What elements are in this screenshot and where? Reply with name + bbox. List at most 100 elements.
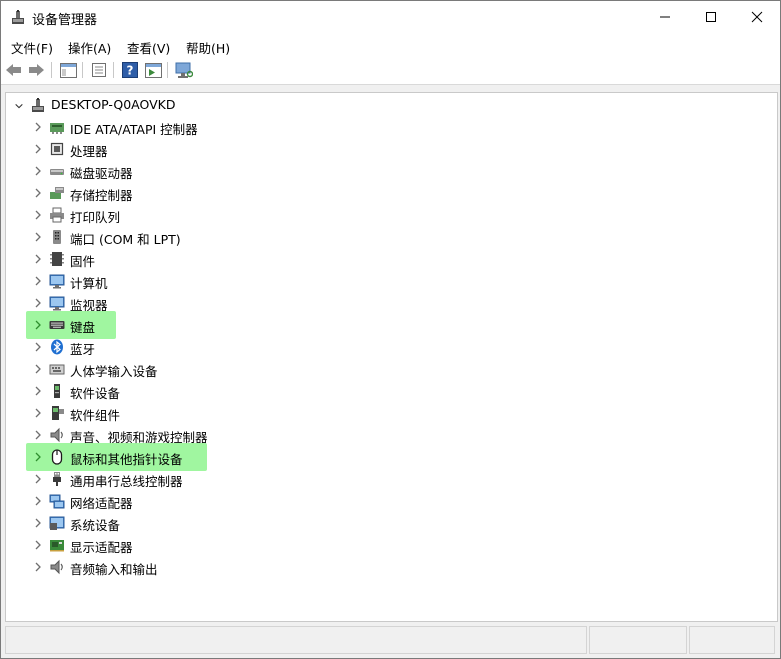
tree-category-item[interactable]: 端口 (COM 和 LPT) <box>6 226 777 248</box>
chevron-right-icon[interactable] <box>33 231 43 243</box>
processor-icon <box>49 141 65 157</box>
computer-name-label: DESKTOP-Q0AOVKD <box>51 97 176 112</box>
close-icon <box>751 11 763 23</box>
minimize-icon <box>660 16 670 18</box>
chevron-right-icon[interactable] <box>33 165 43 177</box>
tree-category-label: 固件 <box>70 254 96 269</box>
tree-category-label: 软件组件 <box>70 408 121 423</box>
menu-action[interactable]: 操作(A) <box>68 38 111 57</box>
menu-file[interactable]: 文件(F) <box>11 38 53 57</box>
chevron-right-icon[interactable] <box>33 473 43 485</box>
chevron-right-icon[interactable] <box>33 495 43 507</box>
tree-category-item[interactable]: 系统设备 <box>6 512 777 534</box>
minimize-button[interactable] <box>642 1 688 33</box>
speaker-icon <box>49 427 65 443</box>
chevron-right-icon[interactable] <box>33 407 43 419</box>
tree-category-item[interactable]: 网络适配器 <box>6 490 777 512</box>
status-cell-2 <box>589 626 687 654</box>
action-pane-button[interactable] <box>144 61 162 79</box>
maximize-icon <box>706 12 716 22</box>
system-device-icon <box>49 515 65 531</box>
menu-help[interactable]: 帮助(H) <box>186 38 230 57</box>
tree-category-item[interactable]: 软件组件 <box>6 402 777 424</box>
console-tree-icon <box>59 62 77 78</box>
tree-category-item[interactable]: 显示适配器 <box>6 534 777 556</box>
tree-category-label: 端口 (COM 和 LPT) <box>70 232 181 247</box>
tree-category-label: 人体学输入设备 <box>70 364 158 379</box>
monitor-icon <box>49 273 65 289</box>
chevron-down-icon[interactable] <box>14 100 24 112</box>
maximize-button[interactable] <box>688 1 734 33</box>
forward-button[interactable] <box>27 61 45 79</box>
software-component-icon <box>49 405 65 421</box>
properties-icon <box>92 63 106 77</box>
chevron-right-icon[interactable] <box>33 275 43 287</box>
tree-category-item[interactable]: 计算机 <box>6 270 777 292</box>
tree-category-item[interactable]: 通用串行总线控制器 <box>6 468 777 490</box>
chevron-right-icon[interactable] <box>33 143 43 155</box>
tree-category-label: 处理器 <box>70 144 108 159</box>
chevron-right-icon[interactable] <box>33 539 43 551</box>
tree-category-label: 磁盘驱动器 <box>70 166 133 181</box>
tree-category-label: 显示适配器 <box>70 540 133 555</box>
title-bar[interactable]: 设备管理器 <box>1 1 780 33</box>
monitor-icon <box>49 295 65 311</box>
chevron-right-icon[interactable] <box>33 363 43 375</box>
tree-category-item[interactable]: 存储控制器 <box>6 182 777 204</box>
printer-icon <box>49 207 65 223</box>
status-bar <box>5 624 776 654</box>
tree-category-item[interactable]: 打印队列 <box>6 204 777 226</box>
tree-category-item[interactable]: 固件 <box>6 248 777 270</box>
tree-category-item[interactable]: 处理器 <box>6 138 777 160</box>
tree-category-item[interactable]: 键盘 <box>6 311 777 339</box>
chevron-right-icon[interactable] <box>33 517 43 529</box>
toolbar-separator <box>167 62 168 78</box>
action-pane-icon <box>144 62 162 78</box>
tree-category-item[interactable]: 音频输入和输出 <box>6 556 777 578</box>
chevron-right-icon[interactable] <box>33 451 43 463</box>
chevron-right-icon[interactable] <box>33 209 43 221</box>
show-hide-console-tree-button[interactable] <box>59 61 77 79</box>
display-adapter-icon <box>49 537 65 553</box>
computer-icon <box>30 97 46 113</box>
back-button[interactable] <box>5 61 23 79</box>
tree-category-item[interactable]: 软件设备 <box>6 380 777 402</box>
tree-category-item[interactable]: 人体学输入设备 <box>6 358 777 380</box>
tree-category-item[interactable]: 磁盘驱动器 <box>6 160 777 182</box>
bluetooth-icon <box>49 339 65 355</box>
status-cell-main <box>5 626 587 654</box>
tree-root-computer[interactable]: DESKTOP-Q0AOVKD <box>6 94 777 116</box>
toolbar-separator <box>82 62 83 78</box>
keyboard-icon <box>49 317 65 333</box>
chevron-right-icon[interactable] <box>33 385 43 397</box>
back-arrow-icon <box>6 64 21 76</box>
chevron-right-icon[interactable] <box>33 561 43 573</box>
chevron-right-icon[interactable] <box>33 187 43 199</box>
svg-text:?: ? <box>127 64 134 78</box>
chevron-right-icon[interactable] <box>33 253 43 265</box>
help-button[interactable]: ? <box>121 61 139 79</box>
disk-drive-icon <box>49 163 65 179</box>
chevron-right-icon[interactable] <box>33 429 43 441</box>
network-adapter-icon <box>49 493 65 509</box>
tree-category-label: 网络适配器 <box>70 496 133 511</box>
chevron-right-icon[interactable] <box>33 341 43 353</box>
close-button[interactable] <box>734 1 780 33</box>
hid-icon <box>49 361 65 377</box>
scan-hardware-button[interactable] <box>175 61 193 79</box>
tree-category-item[interactable]: IDE ATA/ATAPI 控制器 <box>6 116 777 138</box>
tree-category-item[interactable]: 监视器 <box>6 292 777 314</box>
menu-view[interactable]: 查看(V) <box>127 38 170 57</box>
storage-controller-icon <box>49 185 65 201</box>
tree-category-label: 计算机 <box>70 276 108 291</box>
tree-category-item[interactable]: 蓝牙 <box>6 336 777 358</box>
device-tree[interactable]: DESKTOP-Q0AOVKD IDE ATA/ATAPI 控制器处理器磁盘驱动… <box>5 92 778 622</box>
properties-button[interactable] <box>90 61 108 79</box>
chevron-right-icon[interactable] <box>33 297 43 309</box>
chevron-right-icon[interactable] <box>33 319 43 331</box>
tree-category-item[interactable]: 鼠标和其他指针设备 <box>6 443 777 471</box>
chevron-right-icon[interactable] <box>33 121 43 133</box>
tree-category-label: 存储控制器 <box>70 188 133 203</box>
tree-category-label: 音频输入和输出 <box>70 562 158 577</box>
window-title: 设备管理器 <box>32 13 98 28</box>
